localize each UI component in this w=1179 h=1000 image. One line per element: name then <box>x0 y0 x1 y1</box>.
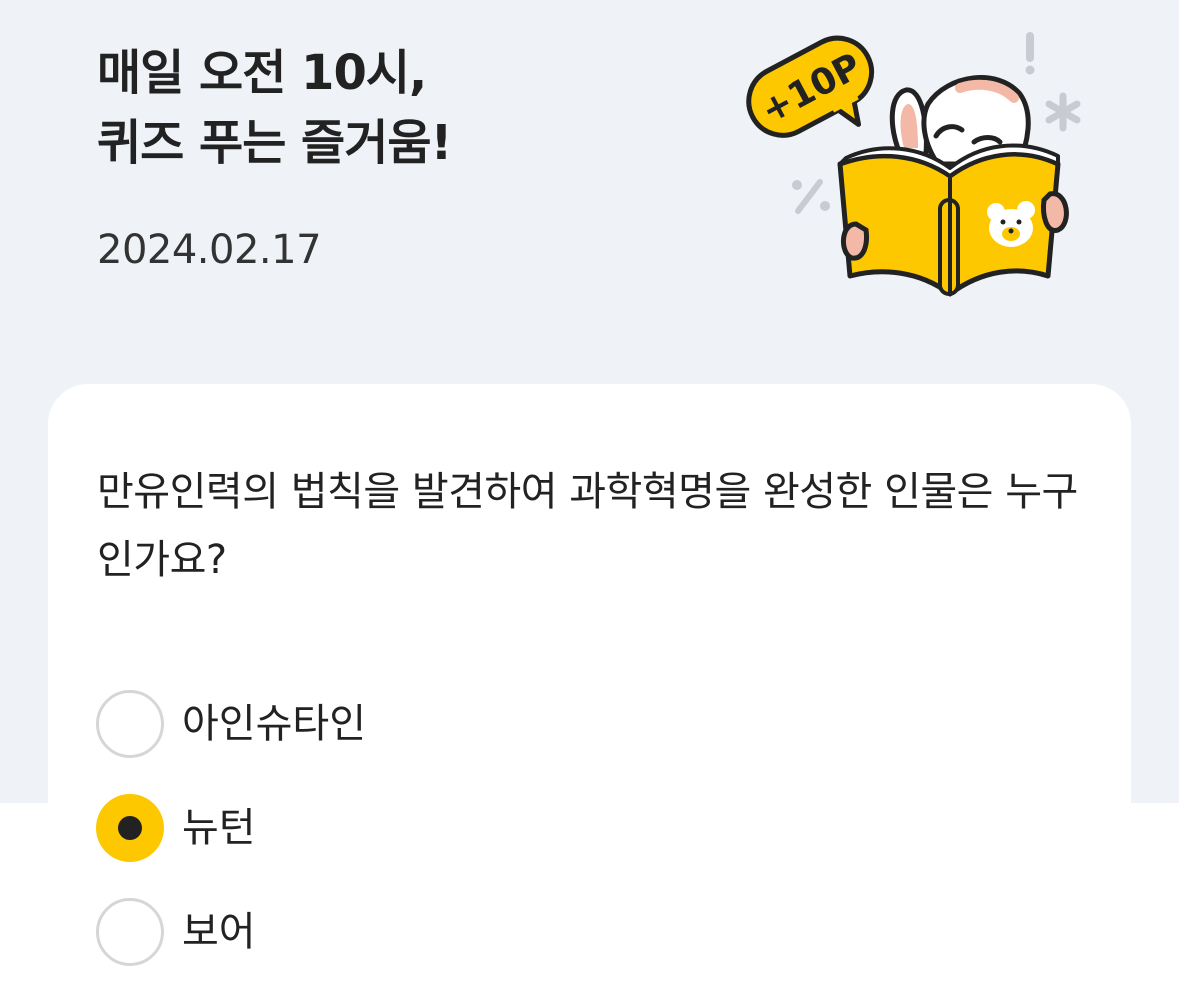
book <box>837 143 1061 297</box>
asterisk-icon <box>1045 92 1081 132</box>
answer-option-label: 아인슈타인 <box>182 701 366 747</box>
quiz-date: 2024.02.17 <box>97 227 322 273</box>
title-line-2: 퀴즈 푸는 즐거움! <box>97 115 452 171</box>
title-line-1: 매일 오전 10시, <box>97 45 427 101</box>
exclamation-icon <box>1025 32 1035 75</box>
points-badge: +10P <box>746 35 875 138</box>
answer-option-label: 뉴턴 <box>182 805 256 851</box>
rabbit-reading-book-illustration: +10P <box>746 32 1081 297</box>
answer-option-1[interactable]: 아인슈타인 <box>96 688 996 760</box>
answer-option-label: 보어 <box>182 909 256 955</box>
quiz-question: 만유인력의 법칙을 발견하여 과학혁명을 완성한 인물은 누구인가요? <box>97 469 1078 583</box>
radio-button-selected[interactable] <box>96 794 164 862</box>
answer-option-2[interactable]: 뉴턴 <box>96 792 996 864</box>
radio-button-unselected[interactable] <box>96 898 164 966</box>
percent-icon <box>792 179 830 214</box>
answer-option-3[interactable]: 보어 <box>96 896 996 968</box>
answer-options: 아인슈타인 뉴턴 보어 <box>96 688 996 1000</box>
radio-dot-icon <box>118 816 142 840</box>
radio-button-unselected[interactable] <box>96 690 164 758</box>
page-title: 매일 오전 10시, 퀴즈 푸는 즐거움! <box>97 38 452 178</box>
